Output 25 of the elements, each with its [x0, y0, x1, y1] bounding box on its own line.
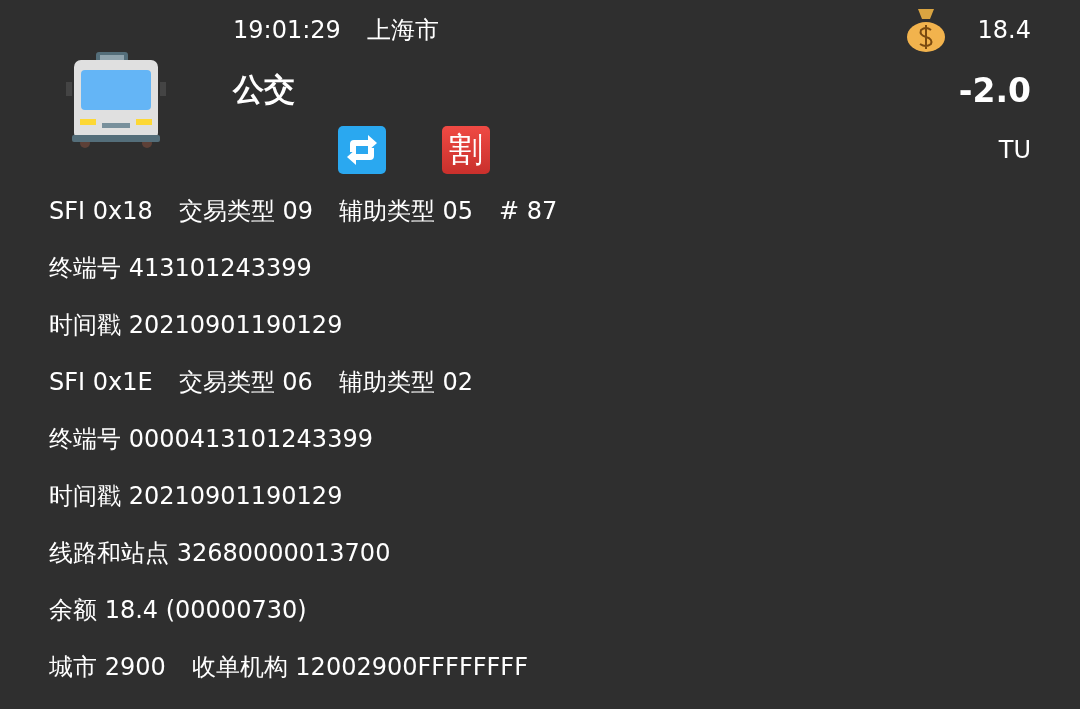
transit-title: 公交: [233, 70, 295, 109]
amount-text: -2.0: [958, 70, 1031, 110]
money-bag-icon: [905, 7, 946, 53]
detail-text: 终端号 413101243399: [49, 252, 312, 284]
detail-text: 交易类型 06: [178, 366, 313, 398]
detail-text: # 87: [499, 196, 558, 225]
detail-text: 辅助类型 02: [338, 366, 473, 398]
unit-text: TU: [998, 136, 1031, 164]
detail-text: SFI 0x1E: [49, 367, 153, 396]
detail-text: 辅助类型 05: [338, 195, 474, 227]
detail-text: SFI 0x18: [49, 196, 153, 225]
time-text: 19:01:29: [233, 16, 341, 44]
balance-text: 18.4: [977, 16, 1031, 44]
discount-badge: 割: [442, 126, 490, 174]
detail-text: 时间戳 20210901190129: [49, 309, 343, 341]
detail-text: 终端号 0000413101243399: [49, 423, 373, 455]
detail-text: 线路和站点 32680000013700: [49, 537, 391, 569]
bus-icon: [66, 50, 166, 150]
detail-text: 余额 18.4 (00000730): [49, 594, 307, 626]
detail-text: 交易类型 09: [178, 195, 313, 227]
repeat-icon: [338, 126, 386, 174]
detail-text: 时间戳 20210901190129: [49, 480, 343, 512]
city-text: 上海市: [366, 15, 439, 46]
detail-text: 城市 2900: [49, 651, 166, 683]
detail-text: 收单机构 12002900FFFFFFFF: [191, 651, 528, 683]
